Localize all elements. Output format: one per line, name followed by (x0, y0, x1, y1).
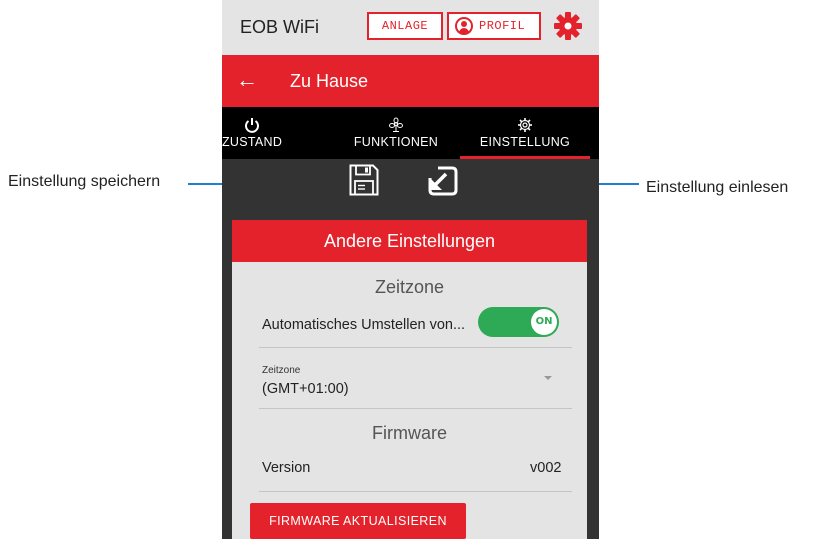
card-title: Andere Einstellungen (232, 220, 587, 262)
power-icon (245, 118, 259, 133)
gear-icon[interactable] (553, 11, 583, 41)
annotation-save: Einstellung speichern (8, 173, 161, 190)
back-arrow-icon[interactable]: ← (236, 67, 258, 93)
timezone-select[interactable]: (GMT+01:00) (262, 381, 349, 397)
tab-bar: ZUSTAND FUNKTIONEN EINSTELLUNG (222, 107, 599, 159)
anlage-button[interactable]: ANLAGE (367, 12, 443, 40)
annotation-load: Einstellung einlesen (646, 179, 789, 196)
divider (259, 408, 572, 409)
gear-icon (518, 118, 532, 132)
section-firmware-title: Firmware (372, 423, 447, 443)
firmware-update-button[interactable]: FIRMWARE AKTUALISIEREN (250, 503, 466, 539)
settings-actions (222, 159, 599, 219)
divider (259, 347, 572, 348)
tab-funktionen[interactable]: FUNKTIONEN (342, 107, 450, 159)
auto-switch-toggle[interactable]: ON (478, 307, 559, 337)
version-value: v002 (530, 460, 562, 476)
tab-einstellung-label: EINSTELLUNG (479, 135, 571, 149)
anlage-label: ANLAGE (381, 19, 429, 33)
import-icon[interactable] (426, 166, 460, 196)
tab-zustand[interactable]: ZUSTAND (222, 107, 282, 159)
profil-label: PROFIL (479, 19, 526, 33)
auto-switch-label: Automatisches Umstellen von... (262, 317, 466, 333)
profil-button[interactable]: PROFIL (447, 12, 541, 40)
toggle-knob: ON (531, 309, 557, 335)
divider (259, 491, 572, 492)
floppy-disk-icon[interactable] (349, 164, 379, 196)
tab-funktionen-label: FUNKTIONEN (353, 135, 439, 149)
tab-zustand-label: ZUSTAND (222, 135, 283, 149)
dropdown-caret-icon[interactable] (544, 376, 552, 380)
phone-screen: EOB WiFi ANLAGE PROFIL ← Zu Hause ZUSTAN… (222, 0, 599, 539)
section-timezone-title: Zeitzone (374, 277, 445, 297)
breadcrumb: Zu Hause (290, 71, 369, 91)
settings-card: Andere Einstellungen Zeitzone Automatisc… (232, 220, 587, 539)
app-header: EOB WiFi ANLAGE PROFIL (222, 0, 599, 55)
nav-bar: ← Zu Hause (222, 55, 599, 107)
timezone-field-label: Zeitzone (262, 365, 301, 376)
app-title: EOB WiFi (240, 17, 319, 37)
user-icon (455, 17, 473, 35)
version-label: Version (262, 460, 311, 476)
tab-einstellung[interactable]: EINSTELLUNG (460, 107, 590, 159)
fan-icon (389, 117, 403, 132)
